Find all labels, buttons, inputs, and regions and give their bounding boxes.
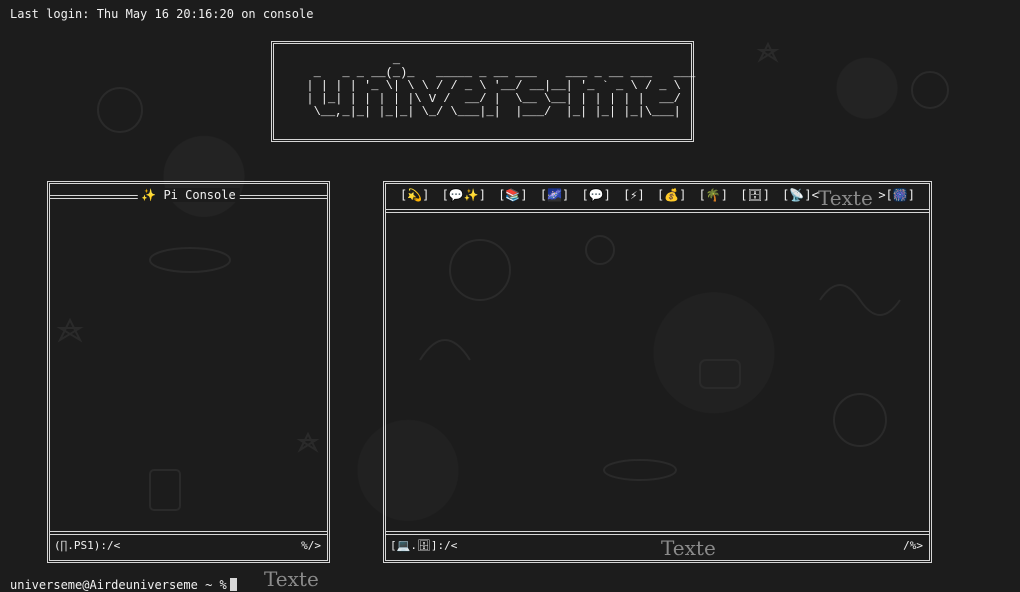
status-left: [💻.🗄]:/< [390,539,458,552]
status-divider [386,531,929,535]
tab-6[interactable]: [⚡] [623,188,645,202]
pi-console-pane[interactable]: ✨ Pi Console (∏.PS1):/< %/> [47,181,330,563]
texte-overlay-bottom: Texte [661,536,716,560]
tab-2[interactable]: [💬✨] [442,188,486,202]
tab-1[interactable]: [💫] [400,188,429,202]
ascii-art-logo: _ _ _ _ __(_)_ _____ _ __ ___ ___ _ __ _… [306,53,696,119]
status-right: %/> [301,539,321,552]
tab-8[interactable]: [🌴] [699,188,728,202]
pane-title-bar: ✨ Pi Console [50,184,327,212]
ascii-banner: _ _ _ _ __(_)_ _____ _ __ ___ ___ _ __ _… [271,41,696,142]
status-left: (∏.PS1):/< [54,539,121,552]
texte-overlay-prompt: Texte [264,567,319,591]
status-right: /%> [903,539,923,552]
texte-overlay-top: Texte [818,186,873,210]
text-cursor [229,578,237,591]
tab-9[interactable]: [🗄] [740,188,770,202]
shell-prompt[interactable]: universeme@Airdeuniverseme ~ % [10,578,237,592]
tab-5[interactable]: [💬] [581,188,610,202]
last-login-line: Last login: Thu May 16 20:16:20 on conso… [10,7,314,21]
main-pane[interactable]: [💫] [💬✨] [📚] [🌌] [💬] [⚡] [💰] [🌴] [🗄] [📡]… [383,181,932,563]
tab-3[interactable]: [📚] [498,188,527,202]
tab-7[interactable]: [💰] [657,188,686,202]
tab-bar-end[interactable]: >[🎆] [878,188,915,202]
prompt-text: universeme@Airdeuniverseme ~ % [10,578,227,592]
tab-4[interactable]: [🌌] [540,188,569,202]
status-divider [50,531,327,535]
pane-title: ✨ Pi Console [137,188,240,202]
tab-10[interactable]: [📡]< [782,188,819,202]
tab-bar: [💫] [💬✨] [📚] [🌌] [💬] [⚡] [💰] [🌴] [🗄] [📡]… [400,188,824,202]
